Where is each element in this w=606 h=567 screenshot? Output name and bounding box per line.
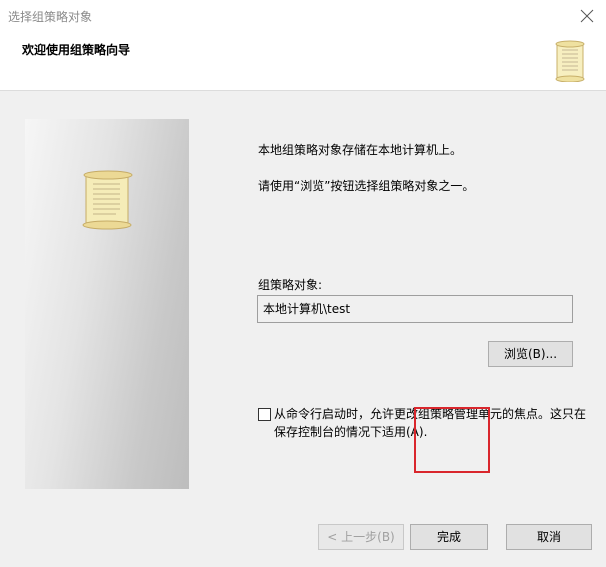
close-icon[interactable] (576, 5, 598, 27)
wizard-header: 欢迎使用组策略向导 (0, 32, 606, 91)
gpo-value-field: 本地计算机\test (257, 295, 573, 323)
scroll-icon (552, 40, 588, 83)
focus-change-label: 从命令行启动时，允许更改组策略管理单元的焦点。这只在保存控制台的情况下适用(A)… (274, 407, 587, 439)
intro-line-2: 请使用“浏览”按钮选择组策略对象之一。 (258, 179, 475, 193)
window-title: 选择组策略对象 (8, 10, 93, 24)
cancel-button[interactable]: 取消 (506, 524, 592, 550)
browse-button[interactable]: 浏览(B)... (488, 341, 573, 367)
finish-button[interactable]: 完成 (410, 524, 488, 550)
title-bar: 选择组策略对象 (0, 0, 606, 32)
side-banner (25, 119, 189, 489)
back-button[interactable]: < 上一步(B) (318, 524, 404, 550)
wizard-heading: 欢迎使用组策略向导 (22, 43, 131, 57)
focus-change-checkbox[interactable] (258, 408, 271, 421)
gpo-label: 组策略对象: (258, 278, 323, 292)
wizard-body: 本地组策略对象存储在本地计算机上。 请使用“浏览”按钮选择组策略对象之一。 组策… (0, 91, 606, 567)
scroll-icon (78, 169, 138, 231)
intro-line-1: 本地组策略对象存储在本地计算机上。 (258, 143, 463, 157)
